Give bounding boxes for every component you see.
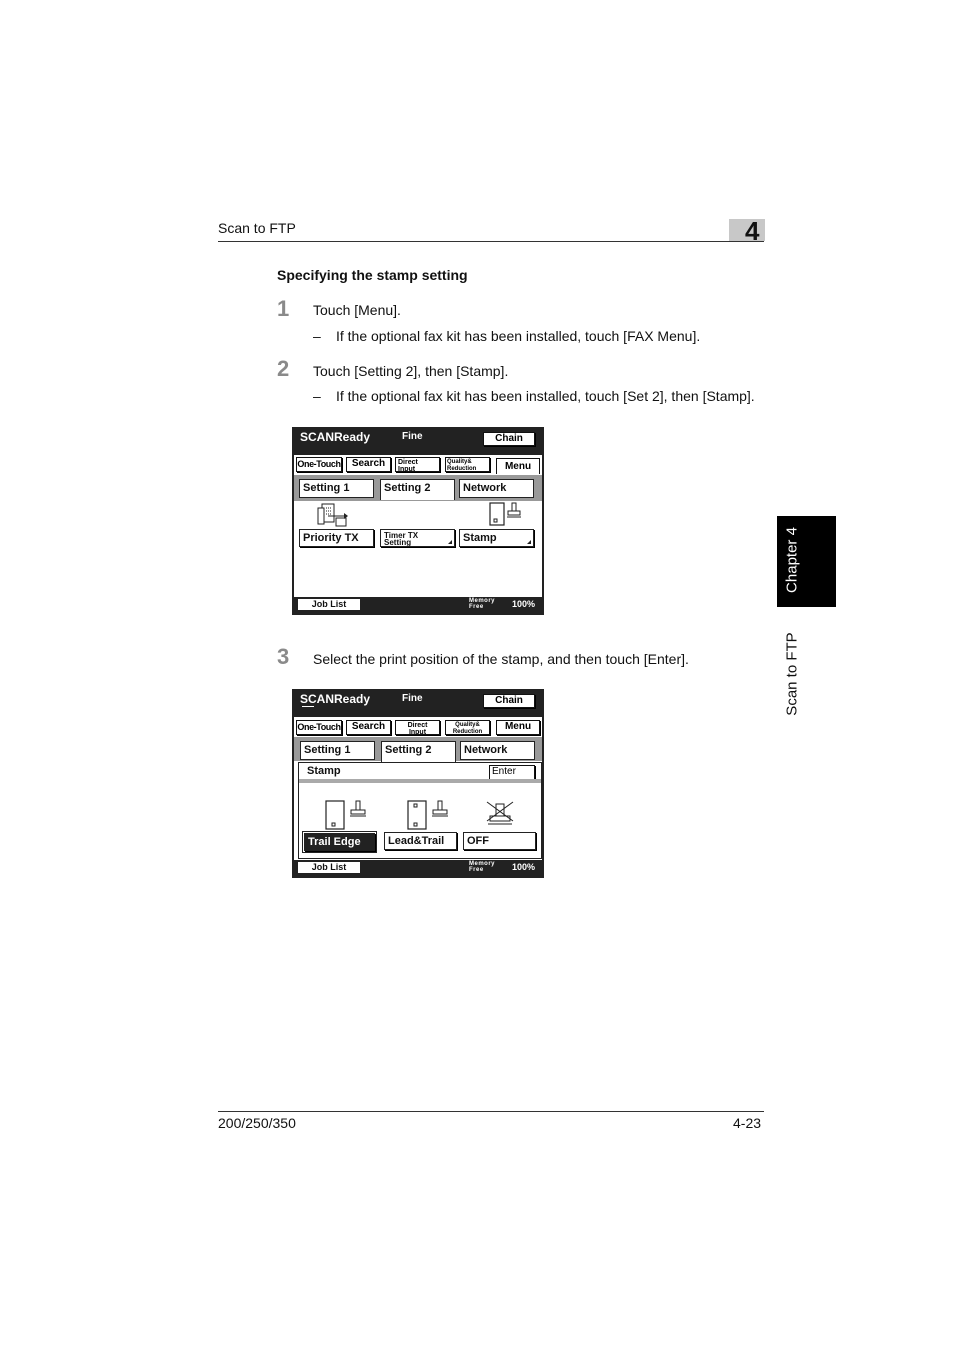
lead-trail-icon (407, 800, 448, 830)
menu-tab-button[interactable]: Menu (496, 458, 540, 474)
quality-line-1: Quality& (455, 722, 480, 728)
memory-free-label: Memory Free (469, 598, 495, 610)
quality-line-1: Quality& (447, 459, 472, 465)
step-2-dash: – (313, 388, 321, 404)
trail-edge-button[interactable]: Trail Edge (302, 831, 377, 853)
quality-line-2: Reduction (452, 729, 483, 735)
one-touch-button[interactable]: One-Touch (296, 457, 342, 472)
direct-input-button[interactable]: Direct Input (395, 457, 440, 473)
memory-percent: 100% (512, 599, 536, 609)
step-2-number: 2 (277, 356, 290, 381)
tab-network[interactable]: Network (460, 741, 535, 760)
quality-indicator: Fine (402, 693, 423, 704)
timer-line-2: Setting (384, 538, 412, 547)
stamp-button-label: Stamp (463, 532, 497, 544)
quality-reduction-button[interactable]: Quality& Reduction (445, 720, 490, 735)
job-list-button[interactable]: Job List (298, 862, 360, 873)
tab-network[interactable]: Network (459, 479, 534, 498)
quality-indicator: Fine (402, 431, 423, 442)
header-rule (218, 241, 764, 242)
step-1-text: Touch [Menu]. (313, 302, 401, 318)
step-1-note: If the optional fax kit has been install… (336, 328, 701, 344)
job-list-button[interactable]: Job List (298, 599, 360, 610)
memory-percent: 100% (512, 862, 536, 872)
corner-mark-icon (448, 540, 452, 544)
priority-tx-icon (317, 503, 348, 527)
stamp-settings-title: Stamp (307, 765, 341, 777)
tab-setting-2[interactable]: Setting 2 (381, 741, 456, 762)
control-panel-screen-1: SCANReady Fine Chain One-Touch Search Di… (292, 427, 544, 615)
step-3-text: Select the print position of the stamp, … (313, 651, 689, 667)
lead-trail-button[interactable]: Lead&Trail (384, 832, 457, 850)
step-1-dash: – (313, 328, 321, 344)
bottom-bar: Job List Memory Free 100% (294, 597, 542, 613)
direct-input-line-1: Direct (407, 722, 428, 729)
step-3-number: 3 (277, 644, 290, 669)
tab-setting-2[interactable]: Setting 2 (380, 479, 455, 500)
step-2-text: Touch [Setting 2], then [Stamp]. (313, 363, 509, 379)
status-bar: SCANReady Fine Chain (294, 429, 542, 455)
step-2-note: If the optional fax kit has been install… (336, 388, 755, 404)
quality-reduction-button[interactable]: Quality& Reduction (445, 457, 490, 472)
footer-page-number: 4-23 (733, 1115, 762, 1131)
search-button[interactable]: Search (346, 720, 391, 735)
one-touch-button[interactable]: One-Touch (296, 720, 342, 735)
chain-button[interactable]: Chain (483, 432, 535, 446)
quality-line-2: Reduction (447, 466, 477, 472)
memory-free-label: Memory Free (469, 861, 495, 873)
direct-input-line-1: Direct (398, 459, 418, 466)
enter-button[interactable]: Enter (489, 765, 535, 780)
stamp-off-icon (486, 801, 514, 825)
running-header-title: Scan to FTP (218, 220, 296, 236)
menu-button[interactable]: Menu (496, 720, 540, 735)
scan-status: SCANReady (300, 692, 371, 706)
status-bar: SCANReady Fine Chain (294, 691, 542, 717)
tab-setting-1[interactable]: Setting 1 (300, 741, 375, 760)
free-label: Free (469, 867, 484, 873)
side-tab-chapter-label: Chapter 4 (783, 527, 801, 593)
free-label: Free (469, 604, 484, 610)
footer-model: 200/250/350 (218, 1115, 296, 1131)
trail-edge-icon (325, 800, 366, 830)
stamp-icon (489, 502, 521, 526)
step-1-number: 1 (277, 296, 290, 321)
direct-input-button[interactable]: Direct Input (395, 720, 440, 736)
direct-input-line-2: Input (408, 729, 427, 736)
priority-tx-button[interactable]: Priority TX (299, 529, 374, 547)
bottom-bar: Job List Memory Free 100% (294, 860, 542, 876)
stamp-button[interactable]: Stamp (459, 529, 534, 547)
stamp-divider (299, 779, 541, 783)
side-tab-section-label: Scan to FTP (783, 632, 801, 716)
section-heading: Specifying the stamp setting (277, 267, 468, 283)
corner-mark-icon (527, 540, 531, 544)
direct-input-line-2: Input (398, 466, 416, 473)
control-panel-screen-2: SCANReady Fine Chain One-Touch Search Di… (292, 689, 544, 878)
stamp-settings-frame: Stamp Enter Trail Edge Lead&Trail OFF (298, 762, 542, 859)
status-underline (302, 706, 314, 707)
off-button[interactable]: OFF (463, 832, 536, 850)
tab-setting-1[interactable]: Setting 1 (299, 479, 374, 498)
search-button[interactable]: Search (346, 457, 391, 472)
timer-tx-setting-button[interactable]: Timer TX Setting (380, 529, 455, 547)
scan-status: SCANReady (300, 430, 371, 444)
footer-rule (218, 1111, 764, 1112)
chain-button[interactable]: Chain (483, 694, 535, 708)
